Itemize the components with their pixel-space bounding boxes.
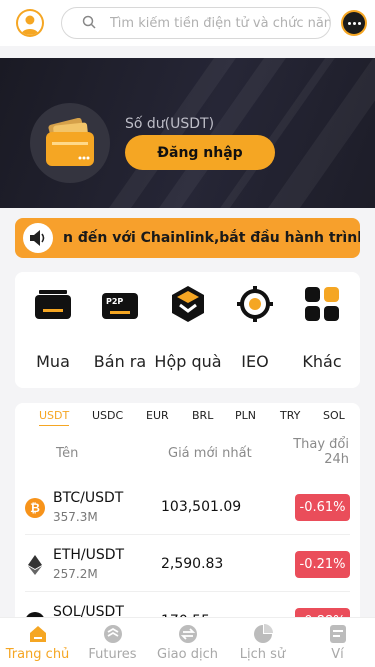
- nav-label: Giao dịch: [157, 647, 218, 662]
- buy-card-icon: [33, 284, 73, 324]
- column-change: Thay đổi 24h: [293, 437, 349, 467]
- history-pie-icon: [253, 624, 273, 643]
- menu-label: Hộp quà: [154, 352, 222, 371]
- tab-usdt[interactable]: USDT: [39, 409, 70, 426]
- home-icon: [29, 626, 46, 642]
- search-icon: [82, 14, 96, 33]
- menu-label: Bán ra: [93, 352, 147, 371]
- account-banner: Số dư(USDT) Đăng nhập: [0, 58, 375, 208]
- p2p-icon: P2P: [100, 284, 140, 324]
- balance-label: Số dư(USDT): [125, 116, 215, 132]
- pair-price: 103,501.09: [161, 499, 242, 515]
- btc-icon: ₿: [25, 498, 45, 518]
- top-header: [0, 0, 375, 46]
- gift-box-icon: [168, 284, 208, 324]
- announcement-bar[interactable]: n đến với Chainlink,bắt đầu hành trình m…: [15, 218, 360, 258]
- nav-history[interactable]: Lịch sử: [225, 618, 300, 667]
- search-input[interactable]: [109, 15, 330, 31]
- quick-menu: Mua P2P Bán ra Hộp quà IEO Khác: [15, 272, 360, 388]
- pair-price: 2,590.83: [161, 556, 224, 572]
- menu-item-gift-box[interactable]: Hộp quà: [153, 272, 223, 388]
- tab-pln[interactable]: PLN: [235, 409, 256, 422]
- tab-usdc[interactable]: USDC: [92, 409, 123, 422]
- column-price: Giá mới nhất: [168, 446, 252, 461]
- column-change-line2: 24h: [324, 452, 349, 467]
- tab-eur[interactable]: EUR: [146, 409, 169, 422]
- menu-label: IEO: [241, 352, 269, 371]
- menu-item-more[interactable]: Khác: [287, 272, 357, 388]
- chat-support-icon[interactable]: [341, 10, 367, 36]
- nav-label: Trang chủ: [5, 647, 70, 662]
- ieo-target-icon: [235, 284, 275, 324]
- menu-item-buy[interactable]: Mua: [18, 272, 88, 388]
- pair-volume: 357.3M: [53, 510, 98, 524]
- tab-sol[interactable]: SOL: [323, 409, 345, 422]
- menu-label: Khác: [302, 352, 342, 371]
- pair-volume: 257.2M: [53, 567, 98, 581]
- pair-name: ETH/USDT: [53, 547, 125, 563]
- tab-try[interactable]: TRY: [280, 409, 300, 422]
- nav-label: Ví: [331, 647, 344, 662]
- column-change-line1: Thay đổi: [293, 437, 349, 452]
- market-row-btc[interactable]: ₿ BTC/USDT 357.3M 103,501.09 -0.61%: [25, 478, 350, 535]
- menu-label: Mua: [36, 352, 70, 371]
- market-row-eth[interactable]: ETH/USDT 257.2M 2,590.83 -0.21%: [25, 535, 350, 592]
- search-bar[interactable]: [60, 7, 332, 39]
- nav-futures[interactable]: Futures: [75, 618, 150, 667]
- nav-label: Lịch sử: [239, 647, 286, 662]
- user-avatar-icon[interactable]: [16, 9, 44, 37]
- nav-trade[interactable]: Giao dịch: [150, 618, 225, 667]
- grid-more-icon: [302, 284, 342, 324]
- wallet-icon: [30, 103, 110, 183]
- pair-change: -0.21%: [295, 551, 350, 578]
- nav-wallet[interactable]: Ví: [300, 618, 375, 667]
- bottom-navigation: Trang chủ Futures Giao dịch Lịch sử Ví: [0, 617, 375, 667]
- nav-home[interactable]: Trang chủ: [0, 618, 75, 667]
- announcement-text: n đến với Chainlink,bắt đầu hành trình m…: [63, 230, 360, 246]
- currency-tabs: USDT USDC EUR BRL PLN TRY SOL: [15, 409, 360, 431]
- speaker-icon: [23, 223, 53, 253]
- nav-label: Futures: [88, 647, 137, 662]
- eth-icon: [25, 555, 45, 575]
- pair-change: -0.61%: [295, 494, 350, 521]
- tab-brl[interactable]: BRL: [192, 409, 213, 422]
- login-button[interactable]: Đăng nhập: [125, 135, 275, 170]
- column-name: Tên: [56, 446, 79, 461]
- futures-icon: [103, 625, 122, 643]
- menu-item-sell[interactable]: P2P Bán ra: [85, 272, 155, 388]
- wallet-nav-icon: [329, 625, 346, 643]
- pair-name: BTC/USDT: [53, 490, 124, 506]
- svg-text:P2P: P2P: [106, 297, 123, 306]
- menu-item-ieo[interactable]: IEO: [220, 272, 290, 388]
- trade-icon: [178, 625, 197, 643]
